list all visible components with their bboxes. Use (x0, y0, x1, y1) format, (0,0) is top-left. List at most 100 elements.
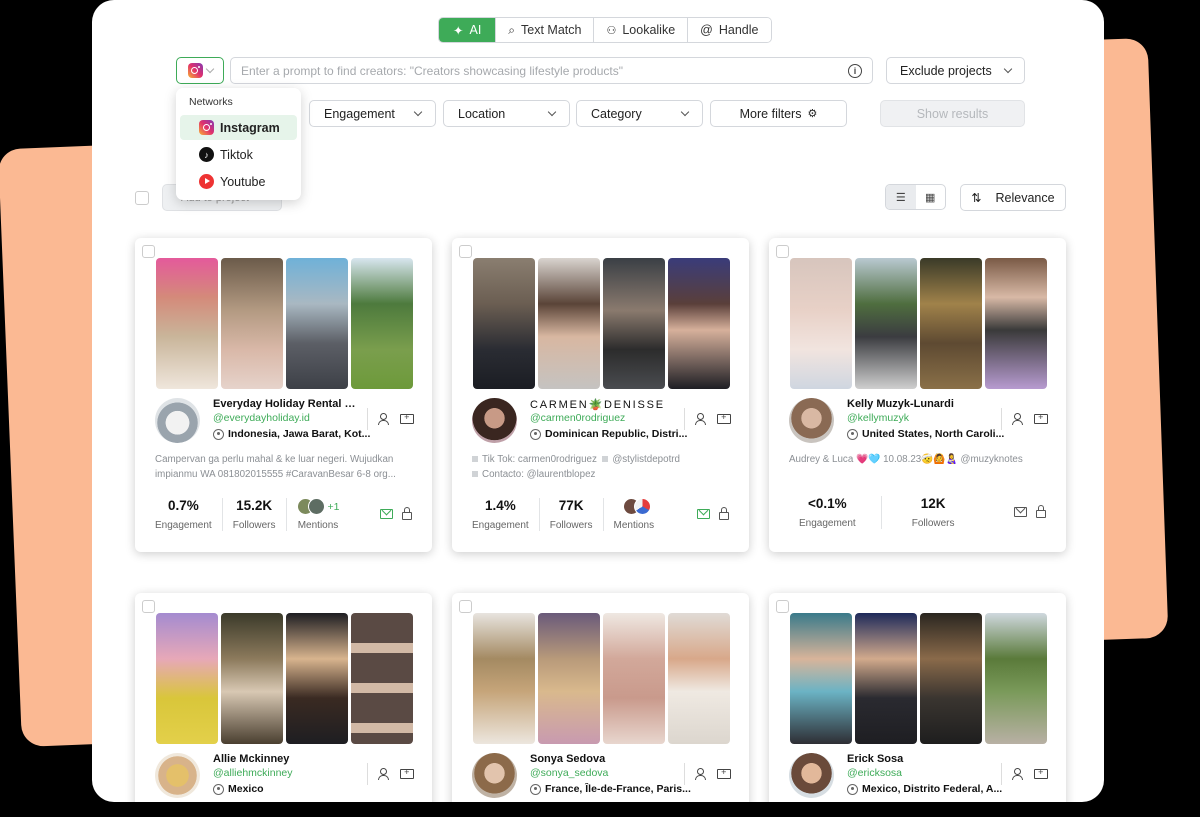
post-thumbnail[interactable] (221, 258, 283, 389)
network-select-button[interactable] (176, 57, 224, 84)
network-option-instagram[interactable]: Instagram (180, 115, 297, 140)
email-icon[interactable] (380, 509, 393, 519)
show-results-button[interactable]: Show results (880, 100, 1025, 127)
creator-card[interactable]: CARMEN🪴DENISSE @carmen0rodriguez Dominic… (452, 238, 749, 552)
post-thumbnail[interactable] (473, 258, 535, 389)
creator-handle[interactable]: @kellymuzyk (847, 412, 909, 424)
creator-name[interactable]: Sonya Sedova (530, 753, 680, 765)
post-thumbnail[interactable] (668, 258, 730, 389)
mode-handle[interactable]: @ Handle (688, 18, 771, 42)
card-actions (1001, 763, 1048, 785)
post-thumbnail[interactable] (790, 258, 852, 389)
mode-ai[interactable]: ✦ AI (439, 18, 497, 42)
creator-handle[interactable]: @sonya_sedova (530, 767, 608, 779)
mode-lookalike[interactable]: ⚇ Lookalike (594, 18, 689, 42)
unlock-icon[interactable] (719, 507, 729, 520)
post-thumbnail[interactable] (156, 613, 218, 744)
lookalike-icon[interactable] (378, 768, 392, 780)
creator-handle[interactable]: @ericksosa (847, 767, 902, 779)
lookalike-icon[interactable] (695, 768, 709, 780)
mode-text-match[interactable]: ⌕ Text Match (496, 18, 595, 42)
more-filters-button[interactable]: More filters ⚙ (710, 100, 847, 127)
post-thumbnail[interactable] (603, 613, 665, 744)
grid-view-icon[interactable]: ▦ (916, 185, 946, 209)
email-icon[interactable] (697, 509, 710, 519)
avatar[interactable] (789, 753, 834, 798)
avatar[interactable] (789, 398, 834, 443)
list-view-icon[interactable]: ☰ (886, 185, 916, 209)
post-thumbnail[interactable] (855, 258, 917, 389)
card-checkbox[interactable] (142, 600, 155, 613)
post-thumbnail[interactable] (985, 258, 1047, 389)
email-icon[interactable] (1014, 507, 1027, 517)
post-thumbnail[interactable] (668, 613, 730, 744)
sliders-icon: ⚙ (807, 108, 818, 120)
add-to-folder-icon[interactable] (1034, 412, 1048, 424)
post-thumbnail[interactable] (538, 613, 600, 744)
post-thumbnail[interactable] (603, 258, 665, 389)
unlock-icon[interactable] (402, 507, 412, 520)
stat-mentions[interactable]: +1 Mentions (296, 498, 350, 531)
filter-location[interactable]: Location (443, 100, 570, 127)
lookalike-icon[interactable] (695, 413, 709, 425)
creator-name[interactable]: Allie Mckinney (213, 753, 363, 765)
add-to-folder-icon[interactable] (1034, 767, 1048, 779)
post-thumbnail[interactable] (286, 258, 348, 389)
stat-mentions[interactable]: Mentions (614, 498, 665, 531)
post-thumbnail[interactable] (156, 258, 218, 389)
lookalike-icon[interactable] (1012, 768, 1026, 780)
avatar[interactable] (472, 398, 517, 443)
exclude-projects-dropdown[interactable]: Exclude projects (886, 57, 1025, 84)
location-pin-icon (213, 783, 224, 795)
avatar[interactable] (155, 753, 200, 798)
creator-card[interactable]: Allie Mckinney @alliehmckinney Mexico (135, 593, 432, 802)
creator-name[interactable]: Erick Sosa (847, 753, 997, 765)
creator-stats: 0.7% Engagement 15.2K Followers +1 Menti… (155, 498, 415, 531)
post-thumbnail[interactable] (351, 613, 413, 744)
creator-card[interactable]: Erick Sosa @ericksosa Mexico, Distrito F… (769, 593, 1066, 802)
add-to-folder-icon[interactable] (717, 412, 731, 424)
network-option-tiktok[interactable]: ♪ Tiktok (180, 142, 297, 167)
card-checkbox[interactable] (776, 600, 789, 613)
select-all-checkbox[interactable] (135, 191, 149, 205)
post-thumbnail[interactable] (920, 613, 982, 744)
sort-dropdown[interactable]: ⇅ Relevance (960, 184, 1066, 211)
avatar[interactable] (472, 753, 517, 798)
avatar[interactable] (155, 398, 200, 443)
creator-card[interactable]: Everyday Holiday Rental Camp... @everyda… (135, 238, 432, 552)
card-checkbox[interactable] (459, 245, 472, 258)
creator-name[interactable]: Everyday Holiday Rental Camp... (213, 398, 363, 410)
post-thumbnails (473, 613, 730, 744)
add-to-folder-icon[interactable] (717, 767, 731, 779)
post-thumbnail[interactable] (920, 258, 982, 389)
creator-handle[interactable]: @alliehmckinney (213, 767, 293, 779)
post-thumbnail[interactable] (286, 613, 348, 744)
post-thumbnail[interactable] (855, 613, 917, 744)
post-thumbnail[interactable] (790, 613, 852, 744)
network-option-youtube[interactable]: Youtube (180, 169, 297, 194)
creator-handle[interactable]: @everydayholiday.id (213, 412, 310, 424)
post-thumbnail[interactable] (351, 258, 413, 389)
prompt-input[interactable]: Enter a prompt to find creators: "Creato… (230, 57, 873, 84)
filter-engagement[interactable]: Engagement (309, 100, 436, 127)
info-icon[interactable]: i (848, 63, 862, 78)
creator-card[interactable]: Sonya Sedova @sonya_sedova France, Île-d… (452, 593, 749, 802)
post-thumbnail[interactable] (221, 613, 283, 744)
creator-handle[interactable]: @carmen0rodriguez (530, 412, 625, 424)
lookalike-icon[interactable] (378, 413, 392, 425)
add-to-folder-icon[interactable] (400, 767, 414, 779)
lookalike-icon[interactable] (1012, 413, 1026, 425)
filter-category[interactable]: Category (576, 100, 703, 127)
creator-name[interactable]: CARMEN🪴DENISSE (530, 398, 680, 411)
card-checkbox[interactable] (459, 600, 472, 613)
creator-name[interactable]: Kelly Muzyk-Lunardi (847, 398, 997, 410)
creator-card[interactable]: Kelly Muzyk-Lunardi @kellymuzyk United S… (769, 238, 1066, 552)
unlock-icon[interactable] (1036, 505, 1046, 518)
add-to-folder-icon[interactable] (400, 412, 414, 424)
post-thumbnail[interactable] (538, 258, 600, 389)
card-checkbox[interactable] (142, 245, 155, 258)
card-checkbox[interactable] (776, 245, 789, 258)
divider (367, 763, 368, 785)
post-thumbnail[interactable] (473, 613, 535, 744)
post-thumbnail[interactable] (985, 613, 1047, 744)
